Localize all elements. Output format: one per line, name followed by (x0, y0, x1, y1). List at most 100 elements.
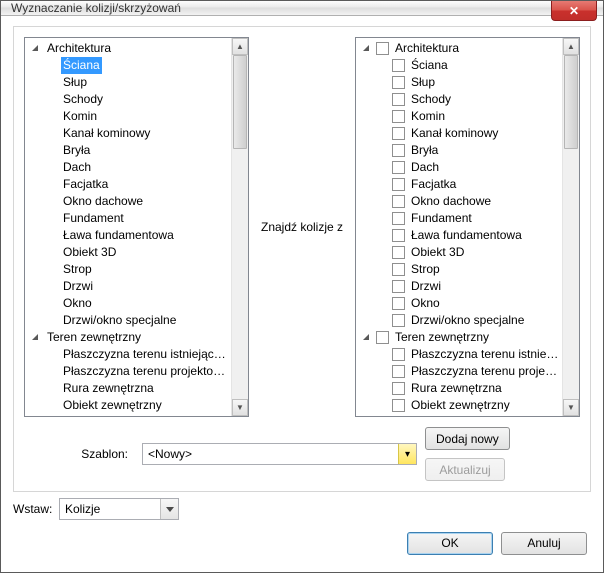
checkbox[interactable] (392, 263, 405, 276)
checkbox[interactable] (392, 246, 405, 259)
tree-item[interactable]: Komin (25, 108, 231, 125)
tree-item[interactable]: Drzwi/okno specjalne (25, 312, 231, 329)
checkbox[interactable] (392, 212, 405, 225)
expander-icon[interactable] (360, 333, 372, 342)
tree-item[interactable]: Facjatka (356, 176, 562, 193)
tree-group[interactable]: Architektura (25, 40, 231, 57)
tree-group[interactable]: Architektura (356, 40, 562, 57)
scroll-down-button[interactable]: ▼ (563, 399, 579, 416)
tree-item[interactable]: Płaszczyzna terenu istniejącego (356, 346, 562, 363)
checkbox[interactable] (392, 348, 405, 361)
checkbox[interactable] (392, 382, 405, 395)
tree-item[interactable]: Dach (356, 159, 562, 176)
insert-dropdown-button[interactable] (160, 499, 178, 519)
tree-item[interactable]: Słup (25, 74, 231, 91)
checkbox[interactable] (392, 178, 405, 191)
checkbox[interactable] (392, 59, 405, 72)
tree-item[interactable]: Rura zewnętrzna (356, 380, 562, 397)
tree-item-label: Drzwi/okno specjalne (61, 312, 178, 329)
tree-group[interactable]: Sieci kanalizacyjne (356, 414, 562, 416)
tree-item[interactable]: Drzwi (25, 278, 231, 295)
tree-item[interactable]: Rura zewnętrzna (25, 380, 231, 397)
checkbox[interactable] (392, 110, 405, 123)
tree-item[interactable]: Obiekt 3D (356, 244, 562, 261)
template-label: Szablon: (24, 447, 134, 461)
checkbox[interactable] (392, 229, 405, 242)
tree-item[interactable]: Ława fundamentowa (356, 227, 562, 244)
tree-item[interactable]: Schody (25, 91, 231, 108)
cancel-button[interactable]: Anuluj (501, 532, 587, 555)
tree-item[interactable]: Fundament (356, 210, 562, 227)
checkbox[interactable] (392, 144, 405, 157)
scroll-thumb[interactable] (233, 55, 247, 149)
checkbox[interactable] (392, 365, 405, 378)
tree-item[interactable]: Okno (25, 295, 231, 312)
tree-item[interactable]: Komin (356, 108, 562, 125)
checkbox[interactable] (392, 314, 405, 327)
tree-item[interactable]: Ściana (356, 57, 562, 74)
left-tree[interactable]: ArchitekturaŚcianaSłupSchodyKominKanał k… (24, 37, 249, 417)
checkbox[interactable] (376, 331, 389, 344)
checkbox[interactable] (392, 195, 405, 208)
expander-icon[interactable] (360, 44, 372, 53)
scroll-up-button[interactable]: ▲ (232, 38, 248, 55)
tree-item[interactable]: Strop (356, 261, 562, 278)
tree-item[interactable]: Bryła (356, 142, 562, 159)
template-combo[interactable]: <Nowy> ▾ (142, 443, 417, 465)
tree-group[interactable]: Teren zewnętrzny (356, 329, 562, 346)
tree-item[interactable]: Okno (356, 295, 562, 312)
tree-item[interactable]: Bryła (25, 142, 231, 159)
scroll-thumb[interactable] (564, 55, 578, 149)
scroll-track[interactable] (563, 55, 579, 399)
tree-item-label: Obiekt zewnętrzny (409, 397, 512, 414)
tree-item[interactable]: Kanał kominowy (356, 125, 562, 142)
tree-item[interactable]: Fundament (25, 210, 231, 227)
expander-icon[interactable] (29, 44, 41, 53)
tree-item[interactable]: Obiekt zewnętrzny (25, 397, 231, 414)
checkbox[interactable] (376, 42, 389, 55)
scroll-up-button[interactable]: ▲ (563, 38, 579, 55)
tree-item[interactable]: Drzwi (356, 278, 562, 295)
tree-item[interactable]: Drzwi/okno specjalne (356, 312, 562, 329)
checkbox[interactable] (392, 297, 405, 310)
tree-item[interactable]: Okno dachowe (356, 193, 562, 210)
checkbox[interactable] (392, 399, 405, 412)
scroll-track[interactable] (232, 55, 248, 399)
checkbox[interactable] (392, 280, 405, 293)
checkbox[interactable] (392, 127, 405, 140)
tree-item[interactable]: Facjatka (25, 176, 231, 193)
template-dropdown-button[interactable]: ▾ (398, 444, 416, 464)
tree-item[interactable]: Kanał kominowy (25, 125, 231, 142)
expander-icon[interactable] (29, 333, 41, 342)
insert-combo[interactable]: Kolizje (59, 498, 179, 520)
scroll-down-button[interactable]: ▼ (232, 399, 248, 416)
checkbox[interactable] (392, 161, 405, 174)
tree-item[interactable]: Płaszczyzna terenu projektow... (356, 363, 562, 380)
tree-item[interactable]: Dach (25, 159, 231, 176)
tree-group-label: Teren zewnętrzny (45, 329, 143, 346)
ok-button[interactable]: OK (407, 532, 493, 555)
tree-item[interactable]: Ława fundamentowa (25, 227, 231, 244)
tree-item[interactable]: Słup (356, 74, 562, 91)
add-new-button[interactable]: Dodaj nowy (425, 427, 510, 450)
checkbox[interactable] (392, 93, 405, 106)
tree-item[interactable]: Obiekt zewnętrzny (356, 397, 562, 414)
right-tree[interactable]: ArchitekturaŚcianaSłupSchodyKominKanał k… (355, 37, 580, 417)
client-area: ArchitekturaŚcianaSłupSchodyKominKanał k… (1, 16, 603, 578)
tree-item[interactable]: Strop (25, 261, 231, 278)
window-close-button[interactable]: ✕ (551, 1, 597, 21)
tree-item[interactable]: Płaszczyzna terenu istniejącego (25, 346, 231, 363)
cancel-label: Anuluj (527, 536, 560, 550)
tree-item[interactable]: Ściana (25, 57, 231, 74)
left-scrollbar[interactable]: ▲ ▼ (231, 38, 248, 416)
tree-item[interactable]: Schody (356, 91, 562, 108)
tree-item-label: Słup (409, 74, 437, 91)
tree-item[interactable]: Płaszczyzna terenu projektowanego (25, 363, 231, 380)
checkbox[interactable] (392, 76, 405, 89)
right-scrollbar[interactable]: ▲ ▼ (562, 38, 579, 416)
tree-item[interactable]: Obiekt 3D (25, 244, 231, 261)
tree-item[interactable]: Okno dachowe (25, 193, 231, 210)
tree-group[interactable]: Sieci kanalizacyjne (25, 414, 231, 416)
tree-group[interactable]: Teren zewnętrzny (25, 329, 231, 346)
tree-item-label: Obiekt 3D (61, 244, 118, 261)
